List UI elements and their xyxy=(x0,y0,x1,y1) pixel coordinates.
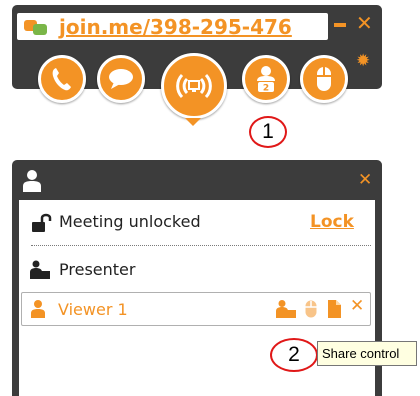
viewer-person-icon xyxy=(31,300,45,318)
join-me-logo-icon xyxy=(24,20,47,35)
participants-button[interactable]: 2 xyxy=(242,55,290,103)
meeting-url-link[interactable]: join.me/398-295-476 xyxy=(59,15,292,39)
presenter-label: Presenter xyxy=(59,260,136,279)
step-2-callout: 2 xyxy=(270,338,318,372)
file-icon[interactable] xyxy=(328,300,341,318)
phone-button[interactable] xyxy=(38,55,86,103)
lock-status-label: Meeting unlocked xyxy=(59,212,201,231)
presenter-row: Presenter xyxy=(19,252,375,286)
remove-participant-icon[interactable]: ✕ xyxy=(350,298,364,315)
presenter-icon xyxy=(30,260,50,279)
share-control-tooltip: Share control xyxy=(317,341,417,366)
lock-meeting-link[interactable]: Lock xyxy=(310,212,354,232)
mouse-icon xyxy=(317,67,331,91)
divider xyxy=(31,245,371,246)
meeting-url-box: join.me/398-295-476 xyxy=(17,13,328,40)
participant-count-badge: 2 xyxy=(263,84,269,94)
participant-row-viewer-1[interactable]: Viewer 1 ✕ xyxy=(21,292,371,326)
person-icon xyxy=(23,170,41,192)
close-icon[interactable]: ✕ xyxy=(358,172,372,189)
screen-share-icon xyxy=(176,73,212,99)
mouse-icon[interactable] xyxy=(305,300,317,318)
share-control-icon[interactable] xyxy=(276,300,296,318)
gear-icon[interactable]: ✹ xyxy=(356,53,370,70)
close-icon[interactable]: ✕ xyxy=(356,13,373,33)
meeting-lock-row: Meeting unlocked Lock xyxy=(19,200,375,246)
chat-bubble-icon xyxy=(109,69,133,89)
participant-name: Viewer 1 xyxy=(58,300,128,319)
share-indicator-arrow-icon xyxy=(185,118,201,126)
minimize-icon[interactable] xyxy=(334,23,346,27)
participants-icon: 2 xyxy=(257,66,275,94)
step-1-callout: 1 xyxy=(249,116,287,148)
participants-list: Meeting unlocked Lock Presenter Viewer 1 xyxy=(19,200,375,396)
unlock-icon xyxy=(32,213,52,232)
chat-button[interactable] xyxy=(97,55,145,103)
phone-icon xyxy=(52,68,71,91)
screen-share-button[interactable] xyxy=(161,53,227,119)
remote-control-button[interactable] xyxy=(300,55,348,103)
